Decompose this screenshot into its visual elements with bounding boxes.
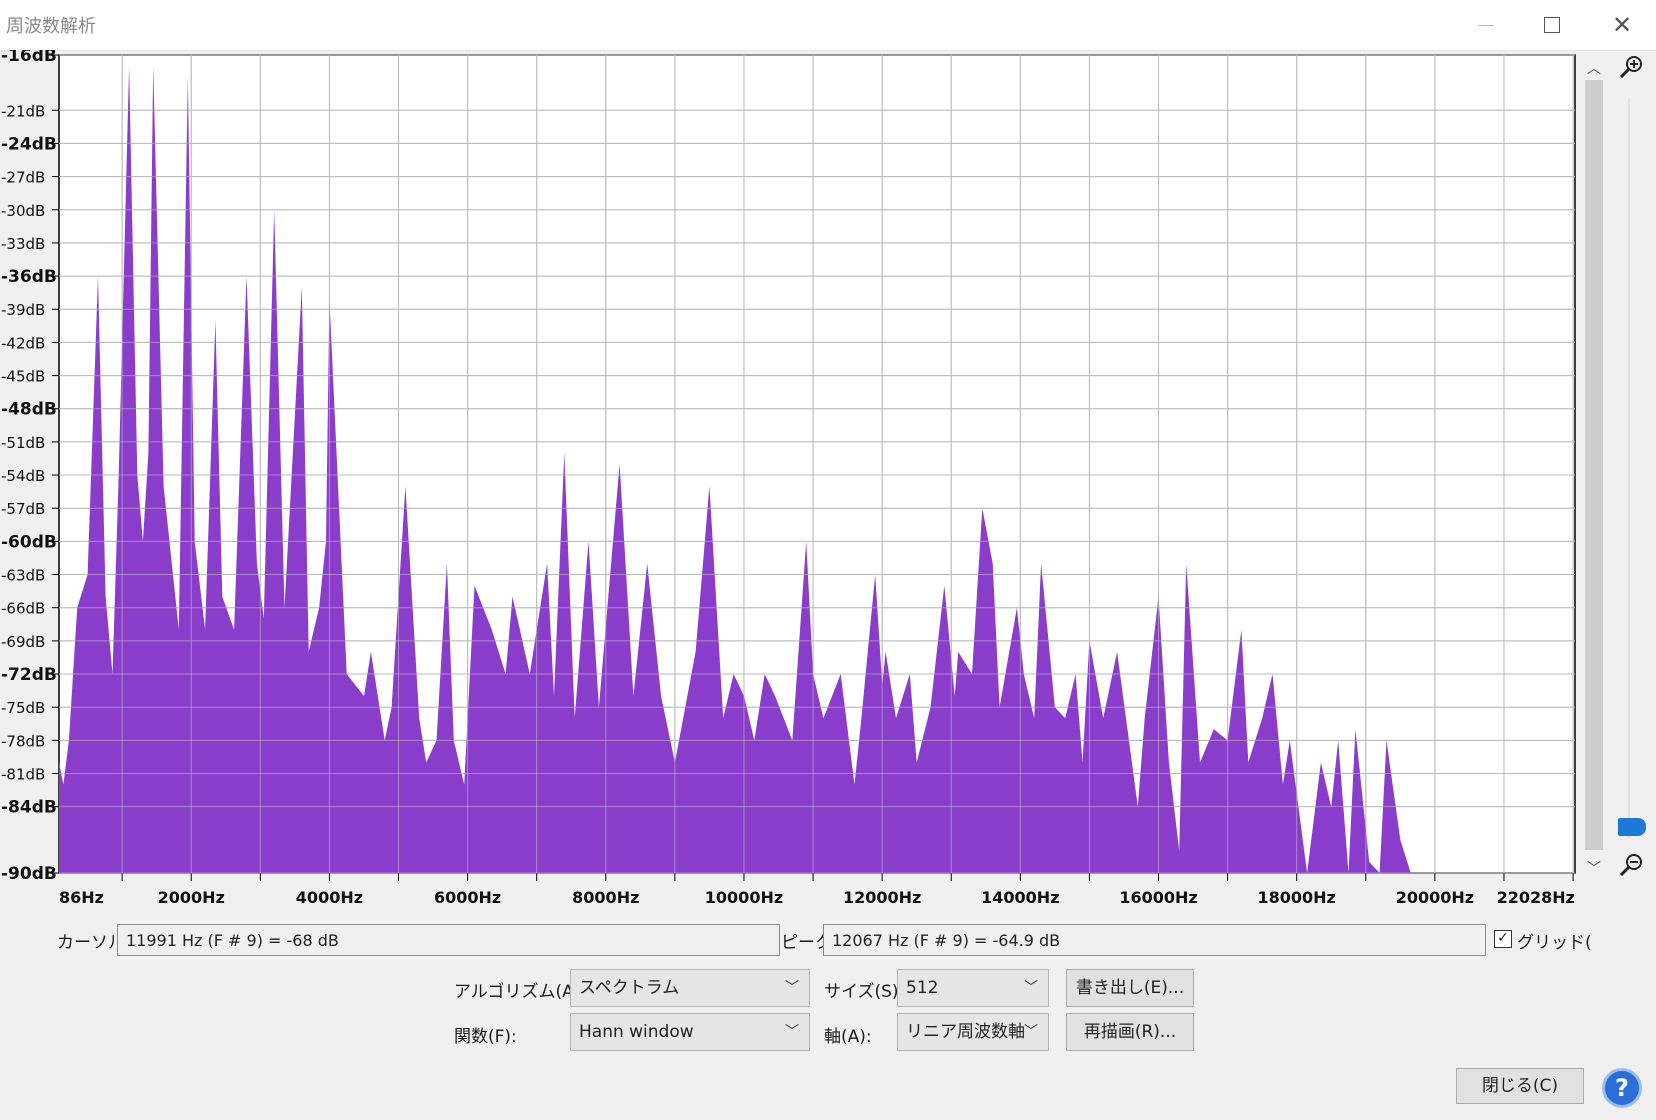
algorithm-select-value: スペクトラム [579,978,680,998]
x-axis-labels: 86Hz 2000Hz 4000Hz 6000Hz 8000Hz 10000Hz 12000… [59,888,1575,907]
y-axis-tick-label: -39dB [1,301,45,319]
close-window-button[interactable]: ✕ [1592,0,1652,50]
x-axis-tick-label: 10000Hz [705,888,783,907]
x-axis-tick-label: 20000Hz [1396,888,1474,907]
zoom-slider-track[interactable] [1628,98,1630,838]
maximize-button[interactable] [1522,0,1582,50]
chevron-down-icon: ﹀ [785,980,799,996]
y-axis-tick-label: -66dB [1,600,45,618]
axis-select-value: リニア周波数軸 [906,1022,1025,1042]
spectrum-plot[interactable]: -16dB -21dB -24dB -27dB -30dB -33dB -36dB -39dB… [0,50,1580,920]
y-axis-tick-label: -81dB [1,766,45,784]
y-axis-tick-label: -51dB [1,434,45,452]
y-axis-tick-label: -69dB [1,633,45,651]
y-axis-tick-label: -72dB [1,665,57,685]
function-label: 関数(F): [454,1027,517,1047]
y-axis-tick-label: -16dB [1,50,57,66]
y-axis-tick-label: -84dB [1,798,57,818]
y-axis-tick-label: -33dB [1,235,45,253]
y-axis-tick-label: -27dB [1,169,45,187]
maximize-icon [1544,17,1560,33]
y-axis-tick-label: -24dB [1,134,57,154]
y-axis-tick-label: -42dB [1,334,45,352]
y-axis-tick-label: -78dB [1,732,45,750]
x-axis-tick-label: 22028Hz [1497,888,1575,907]
zoom-slider-thumb[interactable] [1618,818,1646,836]
scrollbar-thumb[interactable] [1585,80,1603,850]
x-axis-tick-label: 14000Hz [981,888,1059,907]
y-axis-tick-label: -21dB [1,102,45,120]
zoom-out-icon[interactable] [1618,852,1644,878]
minimize-icon [1478,24,1494,26]
y-axis-tick-label: -54dB [1,467,45,485]
scroll-down-icon[interactable]: ﹀ [1582,858,1606,878]
y-axis-tick-label: -57dB [1,500,45,518]
title-bar: 周波数解析 ✕ [0,0,1656,51]
x-axis-tick-label: 16000Hz [1119,888,1197,907]
y-axis-tick-label: -60dB [1,532,57,552]
cursor-readout-field: 11991 Hz (F # 9) = -68 dB [117,924,780,956]
size-select-value: 512 [906,978,939,998]
x-axis-tick-label: 4000Hz [296,888,363,907]
chevron-down-icon: ﹀ [785,1024,799,1040]
y-axis-tick-label: -90dB [1,864,57,884]
size-select[interactable]: 512 ﹀ [897,969,1049,1007]
x-axis-tick-label: 6000Hz [434,888,501,907]
function-select[interactable]: Hann window ﹀ [570,1013,810,1051]
y-axis-tick-label: -30dB [1,202,45,220]
x-axis-tick-label: 2000Hz [158,888,225,907]
close-button[interactable]: 閉じる(C) [1456,1068,1584,1104]
algorithm-label: アルゴリズム(A): [454,982,587,1002]
close-icon: ✕ [1611,11,1633,39]
grid-checkbox-label[interactable]: グリッド( [1517,928,1592,953]
x-axis-tick-label: 12000Hz [843,888,921,907]
window-title: 周波数解析 [6,16,96,37]
export-button[interactable]: 書き出し(E)... [1066,969,1194,1007]
x-axis-tick-label: 86Hz [59,888,104,907]
peak-readout-field: 12067 Hz (F # 9) = -64.9 dB [823,924,1486,956]
chevron-down-icon: ﹀ [1024,1024,1038,1040]
x-axis-tick-label: 8000Hz [572,888,639,907]
zoom-in-icon[interactable] [1618,54,1644,80]
function-select-value: Hann window [579,1022,694,1042]
axis-select[interactable]: リニア周波数軸 ﹀ [897,1013,1049,1051]
replot-button[interactable]: 再描画(R)... [1066,1013,1194,1051]
help-button[interactable]: ? [1602,1068,1642,1108]
y-axis-tick-label: -45dB [1,368,45,386]
vertical-scrollbar[interactable]: ︿ ﹀ [1582,58,1606,878]
x-axis-tick-label: 18000Hz [1258,888,1336,907]
y-axis-tick-label: -36dB [1,267,57,287]
scroll-up-icon[interactable]: ︿ [1582,58,1606,78]
axis-label: 軸(A): [824,1027,872,1047]
size-label: サイズ(S): [824,982,905,1002]
y-axis-labels: -16dB -21dB -24dB -27dB -30dB -33dB -36dB -39dB… [1,50,57,884]
chevron-down-icon: ﹀ [1024,980,1038,996]
y-axis-tick-label: -63dB [1,567,45,585]
y-axis-tick-label: -48dB [1,400,57,420]
algorithm-select[interactable]: スペクトラム ﹀ [570,969,810,1007]
grid-checkbox[interactable]: ✓ [1494,930,1512,948]
y-axis-tick-label: -75dB [1,699,45,717]
minimize-button[interactable] [1456,0,1516,50]
